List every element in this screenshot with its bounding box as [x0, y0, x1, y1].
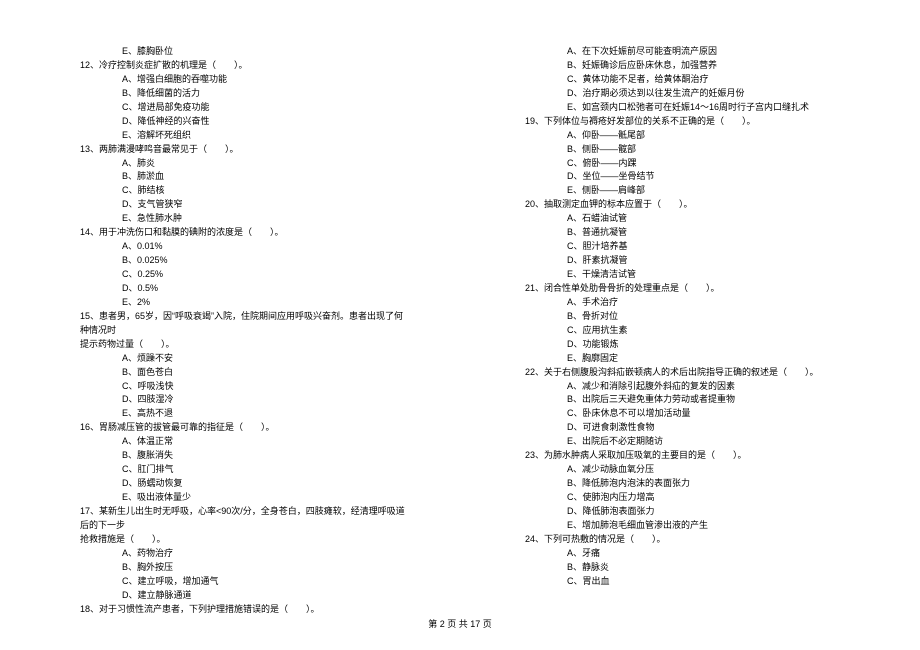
q20-opt-e: E、干燥清洁试管 — [525, 268, 860, 282]
q14-opt-e: E、2% — [80, 296, 405, 310]
q16-opt-a: A、体温正常 — [80, 435, 405, 449]
q24-opt-c: C、胃出血 — [525, 575, 860, 589]
q14-stem: 14、用于冲洗伤口和黏膜的碘附的浓度是（ ）。 — [80, 226, 405, 240]
q22-stem: 22、关于右侧腹股沟斜疝嵌顿病人的术后出院指导正确的叙述是（ ）。 — [525, 366, 860, 380]
q23-opt-a: A、减少动脉血氧分压 — [525, 463, 860, 477]
q15-opt-a: A、烦躁不安 — [80, 352, 405, 366]
q19-stem: 19、下列体位与褥疮好发部位的关系不正确的是（ ）。 — [525, 115, 860, 129]
q18-opt-e: E、如宫颈内口松弛者可在妊娠14～16周时行子宫内口缝扎术 — [525, 101, 860, 115]
q18-opt-b: B、妊娠确诊后应卧床休息，加强营养 — [525, 59, 860, 73]
q16-opt-c: C、肛门排气 — [80, 463, 405, 477]
q20-opt-d: D、肝素抗凝管 — [525, 254, 860, 268]
q12-stem: 12、冷疗控制炎症扩散的机理是（ ）。 — [80, 59, 405, 73]
q21-opt-a: A、手术治疗 — [525, 296, 860, 310]
q15-opt-c: C、呼吸浅快 — [80, 380, 405, 394]
q15-stem-l2: 提示药物过量（ ）。 — [80, 338, 405, 352]
q21-opt-d: D、功能锻炼 — [525, 338, 860, 352]
q21-opt-b: B、骨折对位 — [525, 310, 860, 324]
q22-opt-b: B、出院后三天避免重体力劳动或者提重物 — [525, 393, 860, 407]
q20-opt-a: A、石蜡油试管 — [525, 212, 860, 226]
q23-opt-d: D、降低肺泡表面张力 — [525, 505, 860, 519]
q13-opt-a: A、肺炎 — [80, 157, 405, 171]
q12-opt-c: C、增进局部免疫功能 — [80, 101, 405, 115]
q13-opt-d: D、支气管狭窄 — [80, 198, 405, 212]
q17-stem-l1: 17、某新生儿出生时无呼吸，心率<90次/分，全身苍白，四肢瘫软，经清理呼吸道后… — [80, 505, 405, 533]
q16-stem: 16、胃肠减压管的拔管最可靠的指征是（ ）。 — [80, 421, 405, 435]
q16-opt-d: D、肠蠕动恢复 — [80, 477, 405, 491]
q20-opt-b: B、普通抗凝管 — [525, 226, 860, 240]
q12-opt-e: E、溶解坏死组织 — [80, 129, 405, 143]
q22-opt-a: A、减少和消除引起腹外斜疝的复发的因素 — [525, 380, 860, 394]
q15-stem-l1: 15、患者男，65岁，因“呼吸衰竭”入院，住院期间应用呼吸兴奋剂。患者出现了何种… — [80, 310, 405, 338]
q14-opt-a: A、0.01% — [80, 240, 405, 254]
q18-opt-d: D、治疗期必须达到以往发生流产的妊娠月份 — [525, 87, 860, 101]
q13-opt-b: B、肺淤血 — [80, 170, 405, 184]
q21-opt-c: C、应用抗生素 — [525, 324, 860, 338]
q24-opt-b: B、静脉炎 — [525, 561, 860, 575]
page-footer: 第 2 页 共 17 页 — [0, 618, 920, 632]
q22-opt-c: C、卧床休息不可以增加活动量 — [525, 407, 860, 421]
q12-opt-a: A、增强白细胞的吞噬功能 — [80, 73, 405, 87]
q14-opt-c: C、0.25% — [80, 268, 405, 282]
q15-opt-d: D、四肢湿冷 — [80, 393, 405, 407]
q15-opt-b: B、面色苍白 — [80, 366, 405, 380]
q19-opt-a: A、仰卧——骶尾部 — [525, 129, 860, 143]
q20-stem: 20、抽取测定血钾的标本应置于（ ）。 — [525, 198, 860, 212]
q19-opt-e: E、侧卧——肩峰部 — [525, 184, 860, 198]
q17-opt-c: C、建立呼吸，增加通气 — [80, 575, 405, 589]
q22-opt-e: E、出院后不必定期随访 — [525, 435, 860, 449]
q23-opt-c: C、使肺泡内压力增高 — [525, 491, 860, 505]
q13-stem: 13、两肺满漫哮鸣音最常见于（ ）。 — [80, 143, 405, 157]
q17-opt-d: D、建立静脉通道 — [80, 589, 405, 603]
q24-opt-a: A、牙痛 — [525, 547, 860, 561]
right-column: A、在下次妊娠前尽可能查明流产原因 B、妊娠确诊后应卧床休息，加强营养 C、黄体… — [460, 45, 920, 600]
q18-opt-a: A、在下次妊娠前尽可能查明流产原因 — [525, 45, 860, 59]
q17-stem-l2: 抢救措施是（ ）。 — [80, 533, 405, 547]
q13-opt-c: C、肺结核 — [80, 184, 405, 198]
q15-opt-e: E、高热不退 — [80, 407, 405, 421]
q17-opt-b: B、胸外按压 — [80, 561, 405, 575]
q23-opt-e: E、增加肺泡毛细血管渗出液的产生 — [525, 519, 860, 533]
q24-stem: 24、下列可热敷的情况是（ ）。 — [525, 533, 860, 547]
q21-stem: 21、闭合性单处肋骨骨折的处理重点是（ ）。 — [525, 282, 860, 296]
q19-opt-b: B、侧卧——髋部 — [525, 143, 860, 157]
q16-opt-e: E、吸出液体量少 — [80, 491, 405, 505]
q19-opt-c: C、俯卧——内踝 — [525, 157, 860, 171]
q12-opt-b: B、降低细菌的活力 — [80, 87, 405, 101]
q14-opt-b: B、0.025% — [80, 254, 405, 268]
q17-opt-a: A、药物治疗 — [80, 547, 405, 561]
q20-opt-c: C、胆汁培养基 — [525, 240, 860, 254]
q23-opt-b: B、降低肺泡内泡沫的表面张力 — [525, 477, 860, 491]
q18-opt-c: C、黄体功能不足者，给黄体酮治疗 — [525, 73, 860, 87]
q22-opt-d: D、可进食刺激性食物 — [525, 421, 860, 435]
q12-opt-d: D、降低神经的兴奋性 — [80, 115, 405, 129]
q19-opt-d: D、坐位——坐骨结节 — [525, 170, 860, 184]
q23-stem: 23、为肺水肿病人采取加压吸氧的主要目的是（ ）。 — [525, 449, 860, 463]
q16-opt-b: B、腹胀消失 — [80, 449, 405, 463]
left-column: E、膝胸卧位 12、冷疗控制炎症扩散的机理是（ ）。 A、增强白细胞的吞噬功能 … — [0, 45, 460, 600]
q21-opt-e: E、胸廓固定 — [525, 352, 860, 366]
q11-opt-e: E、膝胸卧位 — [80, 45, 405, 59]
q18-stem: 18、对于习惯性流产患者，下列护理措施错误的是（ ）。 — [80, 603, 405, 617]
q13-opt-e: E、急性肺水肿 — [80, 212, 405, 226]
q14-opt-d: D、0.5% — [80, 282, 405, 296]
